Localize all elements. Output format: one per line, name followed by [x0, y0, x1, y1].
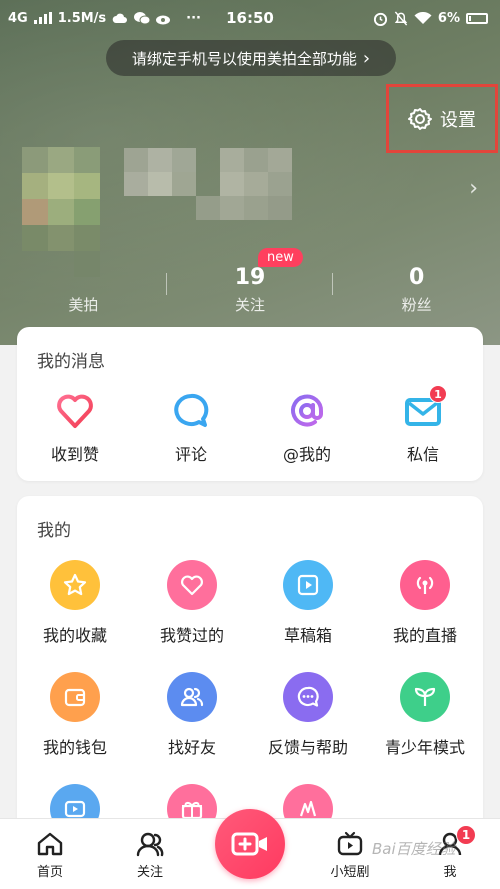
chat-dots-icon — [283, 672, 333, 722]
my-wallet-label: 我的钱包 — [42, 738, 107, 757]
msg-private-label: 私信 — [406, 445, 439, 464]
bind-phone-banner[interactable]: 请绑定手机号以使用美拍全部功能 › — [106, 40, 396, 76]
feedback-help-label: 反馈与帮助 — [267, 738, 348, 757]
settings-label: 设置 — [440, 109, 476, 131]
nav-me-label: 我 — [443, 865, 457, 880]
nav-follow[interactable]: 关注 — [110, 831, 190, 880]
my-favorites-label: 我的收藏 — [42, 626, 107, 645]
nav-follow-label: 关注 — [136, 865, 163, 880]
home-icon — [37, 832, 63, 856]
messages-title: 我的消息 — [37, 352, 105, 372]
network-speed: 1.5M/s — [57, 10, 107, 26]
teen-mode-label: 青少年模式 — [384, 738, 465, 757]
msg-comments[interactable]: 评论 — [141, 391, 241, 465]
broadcast-icon — [400, 560, 450, 610]
envelope-wrapper: 1 — [403, 385, 447, 431]
cloud-icon — [112, 13, 128, 23]
find-friends-label: 找好友 — [167, 738, 216, 757]
msg-likes[interactable]: 收到赞 — [25, 391, 125, 465]
profile-stats: 美拍 19 关注 0 粉丝 — [0, 255, 500, 315]
stat-fans[interactable]: 0 粉丝 — [333, 255, 500, 315]
battery-percent: 6% — [437, 10, 460, 26]
msg-mentions[interactable]: @我的 — [257, 391, 357, 465]
my-live-label: 我的直播 — [392, 626, 457, 645]
msg-private[interactable]: 1 私信 — [373, 385, 473, 465]
mine-title: 我的 — [37, 521, 71, 541]
wechat-icon — [134, 12, 151, 25]
status-bar: 4G 1.5M/s ··· 16:50 6% — [0, 0, 500, 36]
msg-comments-label: 评论 — [174, 445, 207, 464]
chevron-right-icon: › — [362, 47, 371, 69]
my-live[interactable]: 我的直播 — [370, 560, 480, 646]
stat-following-label: 关注 — [235, 296, 266, 314]
my-favorites[interactable]: 我的收藏 — [20, 560, 130, 646]
nav-home[interactable]: 首页 — [10, 831, 90, 880]
battery-icon — [466, 12, 488, 24]
heart-icon — [167, 560, 217, 610]
private-msg-badge: 1 — [429, 385, 447, 403]
gear-icon — [408, 107, 432, 130]
msg-mentions-label: @我的 — [282, 445, 331, 464]
clock: 16:50 — [226, 9, 274, 27]
stat-meipai[interactable]: 美拍 — [0, 255, 167, 315]
new-badge: new — [258, 248, 303, 267]
at-sign-icon — [291, 394, 324, 427]
my-liked-label: 我赞过的 — [159, 626, 224, 645]
nav-me-badge: 1 — [456, 825, 476, 845]
play-box-icon — [283, 560, 333, 610]
drafts-label: 草稿箱 — [283, 626, 332, 645]
star-icon — [50, 560, 100, 610]
record-button[interactable] — [215, 809, 285, 879]
heart-outline-icon — [57, 394, 93, 428]
network-type: 4G — [8, 10, 28, 26]
wallet-icon — [50, 672, 100, 722]
friends-icon — [167, 672, 217, 722]
stat-meipai-label: 美拍 — [68, 296, 99, 314]
mute-icon — [394, 10, 408, 26]
teen-mode[interactable]: 青少年模式 — [370, 672, 480, 758]
more-notifications: ··· — [186, 10, 201, 26]
signal-icon — [33, 12, 52, 24]
tv-play-icon — [337, 831, 363, 856]
settings-button[interactable]: 设置 — [386, 84, 498, 153]
drafts[interactable]: 草稿箱 — [253, 560, 363, 646]
messages-card: 我的消息 收到赞 评论 @我的 1 私信 — [17, 327, 483, 481]
stat-following[interactable]: 19 关注 — [167, 255, 334, 315]
alarm-icon — [373, 12, 387, 26]
profile-chevron-icon[interactable]: › — [469, 176, 478, 201]
my-wallet[interactable]: 我的钱包 — [20, 672, 130, 758]
bind-phone-text: 请绑定手机号以使用美拍全部功能 — [131, 49, 357, 68]
wifi-icon — [414, 11, 432, 24]
sprout-icon — [400, 672, 450, 722]
stat-following-count: 19 — [234, 265, 266, 290]
nav-home-label: 首页 — [36, 865, 63, 880]
video-add-icon — [231, 832, 267, 856]
comment-bubble-icon — [174, 393, 209, 427]
follow-icon — [136, 832, 164, 857]
watermark: Bai百度经验 — [372, 840, 456, 858]
msg-likes-label: 收到赞 — [50, 445, 99, 464]
my-liked[interactable]: 我赞过的 — [137, 560, 247, 646]
stat-fans-count: 0 — [409, 265, 425, 290]
weibo-icon — [156, 15, 171, 24]
nav-short-drama-label: 小短剧 — [330, 865, 370, 880]
stat-fans-label: 粉丝 — [401, 296, 432, 314]
find-friends[interactable]: 找好友 — [137, 672, 247, 758]
username — [124, 148, 300, 220]
feedback-help[interactable]: 反馈与帮助 — [253, 672, 363, 758]
